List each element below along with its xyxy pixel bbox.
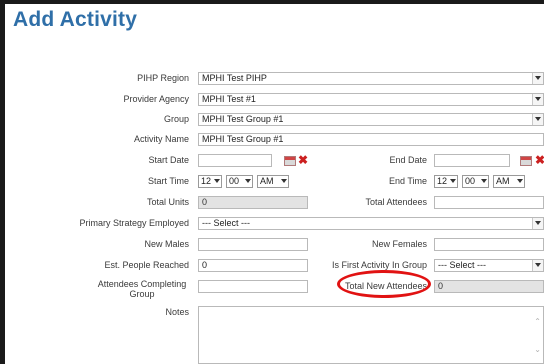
chevron-down-icon: [213, 176, 221, 187]
start-date-label: Start Date: [148, 155, 189, 165]
end-date-label: End Date: [389, 155, 427, 165]
activity-name-input[interactable]: MPHI Test Group #1: [198, 133, 544, 146]
is-first-activity-label: Is First Activity In Group: [331, 260, 427, 270]
scroll-up-icon[interactable]: ⌃: [534, 317, 541, 326]
group-label: Group: [163, 114, 189, 124]
window-border-top: [0, 0, 544, 4]
page-title: Add Activity: [13, 8, 138, 31]
total-attendees-label: Total Attendees: [365, 197, 427, 207]
notes-textarea[interactable]: ⌃ ⌄: [198, 306, 544, 364]
start-ampm-value: AM: [260, 176, 274, 186]
end-hour-select[interactable]: 12: [434, 175, 458, 188]
chevron-down-icon: [244, 176, 252, 187]
end-minute-select[interactable]: 00: [462, 175, 489, 188]
clear-start-date-icon[interactable]: ✖: [298, 154, 308, 166]
new-males-input[interactable]: [198, 238, 308, 251]
start-hour-value: 12: [201, 176, 212, 186]
start-time-label: Start Time: [147, 176, 189, 186]
attendees-completing-input[interactable]: [198, 280, 308, 293]
chevron-down-icon: [532, 218, 543, 229]
is-first-activity-value: --- Select ---: [438, 260, 486, 270]
chevron-down-icon: [449, 176, 457, 187]
primary-strategy-label: Primary Strategy Employed: [79, 218, 189, 228]
end-ampm-select[interactable]: AM: [493, 175, 525, 188]
pihp-region-select[interactable]: MPHI Test PIHP: [198, 72, 544, 85]
notes-label: Notes: [165, 307, 189, 317]
highlight-ellipse: [337, 270, 431, 298]
start-date-input[interactable]: [198, 154, 272, 167]
start-hour-select[interactable]: 12: [198, 175, 222, 188]
total-units-label: Total Units: [146, 197, 189, 207]
clear-end-date-icon[interactable]: ✖: [535, 154, 544, 166]
window-border-left: [0, 0, 5, 364]
end-hour-value: 12: [437, 176, 448, 186]
end-date-input[interactable]: [434, 154, 510, 167]
new-females-label: New Females: [371, 239, 427, 249]
attendees-completing-label: Attendees Completing Group: [97, 279, 187, 299]
provider-agency-value: MPHI Test #1: [202, 94, 256, 104]
new-females-input[interactable]: [434, 238, 544, 251]
start-ampm-select[interactable]: AM: [257, 175, 289, 188]
end-ampm-value: AM: [496, 176, 510, 186]
chevron-down-icon: [532, 73, 543, 84]
start-minute-select[interactable]: 00: [226, 175, 253, 188]
is-first-activity-select[interactable]: --- Select ---: [434, 259, 544, 272]
primary-strategy-value: --- Select ---: [202, 218, 250, 228]
provider-agency-select[interactable]: MPHI Test #1: [198, 93, 544, 106]
group-select[interactable]: MPHI Test Group #1: [198, 113, 544, 126]
calendar-icon[interactable]: [284, 156, 296, 166]
chevron-down-icon: [516, 176, 524, 187]
est-people-reached-input[interactable]: 0: [198, 259, 308, 272]
scroll-down-icon[interactable]: ⌄: [534, 345, 541, 354]
add-activity-form: Add Activity PIHP Region MPHI Test PIHP …: [0, 0, 544, 364]
activity-name-label: Activity Name: [133, 134, 189, 144]
new-males-label: New Males: [144, 239, 189, 249]
chevron-down-icon: [280, 176, 288, 187]
pihp-region-label: PIHP Region: [137, 73, 189, 83]
chevron-down-icon: [480, 176, 488, 187]
chevron-down-icon: [532, 114, 543, 125]
provider-agency-label: Provider Agency: [123, 94, 189, 104]
total-attendees-input[interactable]: [434, 196, 544, 209]
total-new-attendees-field: 0: [434, 280, 544, 293]
calendar-icon[interactable]: [520, 156, 532, 166]
pihp-region-value: MPHI Test PIHP: [202, 73, 267, 83]
total-units-field: 0: [198, 196, 308, 209]
est-people-reached-label: Est. People Reached: [104, 260, 189, 270]
end-time-label: End Time: [388, 176, 427, 186]
chevron-down-icon: [532, 94, 543, 105]
end-minute-value: 00: [465, 176, 476, 186]
group-value: MPHI Test Group #1: [202, 114, 284, 124]
chevron-down-icon: [532, 260, 543, 271]
start-minute-value: 00: [229, 176, 240, 186]
primary-strategy-select[interactable]: --- Select ---: [198, 217, 544, 230]
